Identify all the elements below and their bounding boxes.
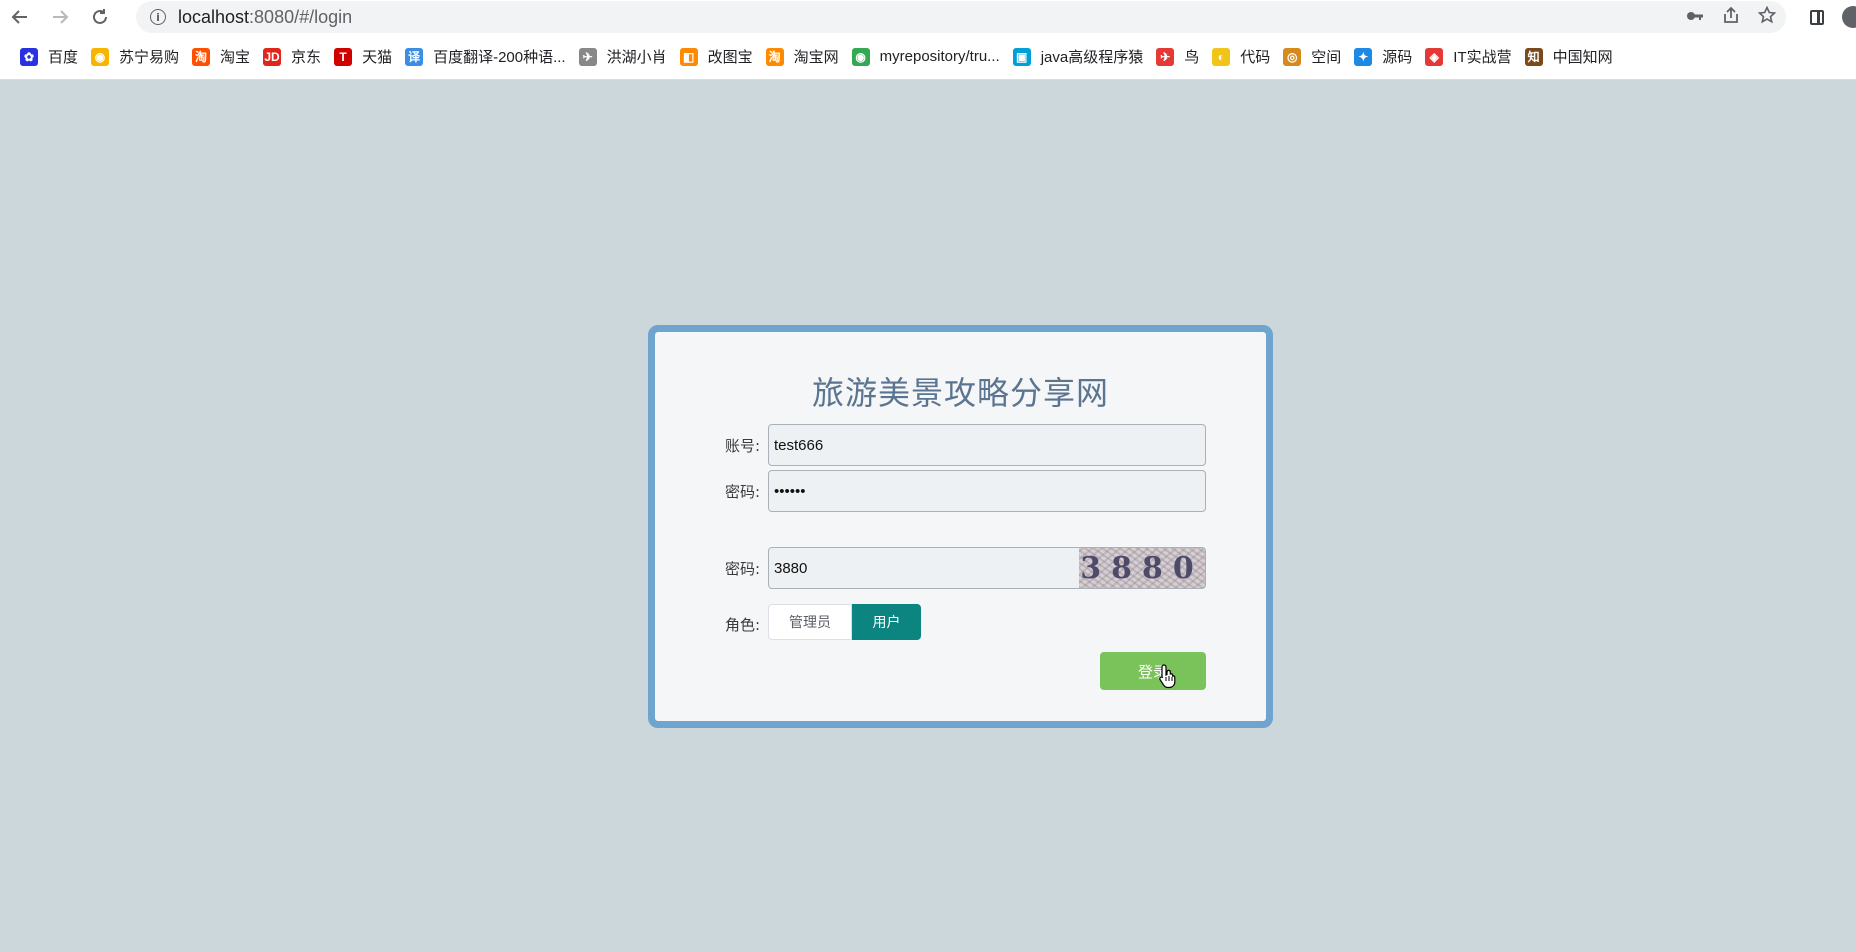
bookmark-item[interactable]: ✈ 鸟 [1152, 41, 1208, 73]
jd-icon: JD [263, 47, 282, 66]
back-arrow-icon[interactable] [0, 0, 40, 34]
baidu-icon: ✿ [20, 47, 38, 66]
profile-avatar-icon[interactable] [1842, 6, 1856, 28]
password-input[interactable]: •••••• [768, 470, 1206, 512]
captcha-input[interactable]: 3880 [768, 547, 1086, 589]
hand-cursor-icon [1159, 664, 1176, 689]
bookmark-label: 代码 [1240, 49, 1271, 66]
side-panel-icon[interactable] [1810, 9, 1824, 25]
bookmark-label: IT实战营 [1453, 49, 1512, 66]
bookmark-item[interactable]: T 天猫 [330, 41, 401, 73]
captcha-label: 密码: [725, 560, 761, 578]
bookmark-item[interactable]: 译百度翻译-200种语... [401, 41, 575, 73]
gaitubao-icon: ◧ [679, 47, 698, 66]
forward-arrow-icon[interactable] [40, 0, 80, 34]
url-text: localhost:8080/#/login [178, 6, 353, 27]
bookmark-star-icon[interactable] [1757, 5, 1777, 29]
role-selector: 管理员 用户 [768, 604, 921, 640]
bookmark-item[interactable]: ▣ java高级程序猿 [1009, 41, 1153, 73]
role-label: 角色: [725, 616, 761, 634]
bookmark-label: 百度翻译-200种语... [433, 49, 566, 66]
bookmark-label: myrepository/tru... [879, 48, 1000, 65]
bookmark-label: 改图宝 [707, 49, 753, 66]
bookmark-label: 源码 [1382, 49, 1413, 66]
itzhanying-icon: ◈ [1425, 47, 1444, 66]
bookmark-item[interactable]: ✦ 源码 [1350, 41, 1421, 73]
page-title: 旅游美景攻略分享网 [811, 374, 1109, 412]
bookmark-label: 百度 [48, 49, 79, 66]
password-label: 密码: [725, 483, 761, 501]
bookmark-item[interactable]: ✿ 百度 [16, 41, 87, 73]
key-icon[interactable] [1686, 7, 1704, 28]
reload-icon[interactable] [80, 0, 120, 34]
bird-icon: ✈ [1156, 47, 1175, 66]
bookmark-item[interactable]: JD 京东 [259, 41, 330, 73]
toolbar-right [1810, 0, 1856, 34]
site-info-icon[interactable]: i [150, 9, 166, 25]
bookmark-item[interactable]: 淘淘宝网 [762, 41, 848, 73]
chrome-icon: ◉ [851, 47, 870, 66]
bookmark-item[interactable]: ◈ IT实战营 [1421, 41, 1520, 73]
bookmark-item[interactable]: ◉ 苏宁易购 [87, 41, 188, 73]
login-card: 旅游美景攻略分享网 账号: test666 密码: •••••• 密码: 388… [648, 325, 1273, 728]
bookmark-item[interactable]: ◧ 改图宝 [676, 41, 762, 73]
bilibili-icon: ▣ [1012, 47, 1031, 66]
share-icon[interactable] [1722, 6, 1740, 29]
bookmark-label: 苏宁易购 [119, 49, 180, 66]
bookmark-label: 鸟 [1184, 49, 1200, 66]
qzone-icon: ◎ [1283, 47, 1302, 66]
bookmark-label: 淘宝 [220, 49, 251, 66]
bookmark-label: 中国知网 [1552, 49, 1613, 66]
taobao-icon: 淘 [192, 47, 211, 66]
bookmark-item[interactable]: ✈ 洪湖小肖 [575, 41, 676, 73]
suning-icon: ◉ [91, 47, 110, 66]
bookmark-label: 空间 [1311, 49, 1342, 66]
bookmark-label: 京东 [291, 49, 322, 66]
bookmark-item[interactable]: 淘淘宝 [188, 41, 259, 73]
role-user-button[interactable]: 用户 [852, 604, 921, 640]
code-icon: ◐ [1212, 47, 1231, 66]
bookmark-item[interactable]: ◐ 代码 [1208, 41, 1279, 73]
role-admin-button[interactable]: 管理员 [768, 604, 852, 640]
tmall-icon: T [334, 47, 353, 66]
bookmark-label: 淘宝网 [793, 49, 839, 66]
source-icon: ✦ [1354, 47, 1373, 66]
account-label: 账号: [725, 437, 761, 455]
address-bar[interactable]: i localhost:8080/#/login [136, 1, 1786, 33]
bookmark-label: 洪湖小肖 [606, 49, 667, 66]
omnibox-actions [1686, 1, 1777, 33]
bookmark-item[interactable]: ◉ myrepository/tru... [848, 41, 1009, 73]
baidu-translate-icon: 译 [405, 47, 424, 66]
bookmark-label: 天猫 [362, 49, 393, 66]
cnki-icon: 知 [1524, 47, 1543, 66]
bookmarks-bar: ✿ 百度 ◉ 苏宁易购淘淘宝 JD 京东 T 天猫译百度翻译-200种语... ✈ 洪湖小肖 ◧ 改图… [0, 34, 1856, 80]
account-input[interactable]: test666 [768, 424, 1206, 466]
bookmark-label: java高级程序猿 [1040, 49, 1144, 66]
login-button[interactable]: 登录 [1100, 652, 1206, 690]
bookmark-item[interactable]: ◎ 空间 [1279, 41, 1350, 73]
browser-toolbar: i localhost:8080/#/login [0, 0, 1856, 34]
bookmark-item[interactable]: 知中国知网 [1521, 41, 1622, 73]
captcha-image[interactable]: 3880 [1079, 547, 1206, 589]
hawk-icon: ✈ [578, 47, 597, 66]
taobao-net-icon: 淘 [765, 47, 784, 66]
